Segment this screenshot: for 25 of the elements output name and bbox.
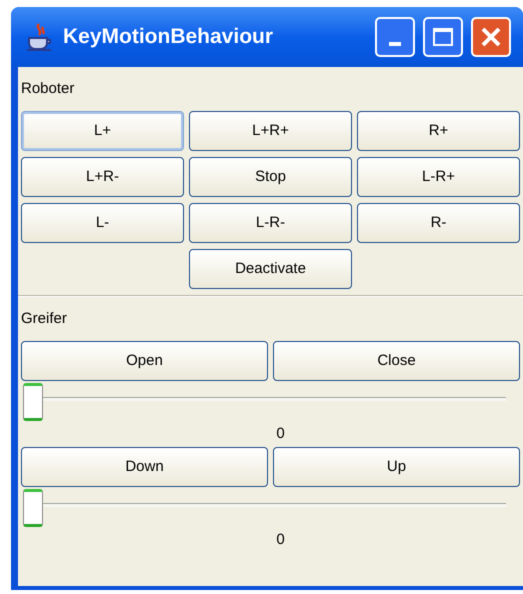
window-title: KeyMotionBehaviour <box>63 24 274 50</box>
maximize-button[interactable] <box>423 17 463 57</box>
push-button[interactable]: R+ <box>357 111 520 151</box>
push-button[interactable]: Down <box>21 447 268 487</box>
push-button[interactable]: Deactivate <box>189 249 352 289</box>
push-button[interactable]: L+R+ <box>189 111 352 151</box>
push-button[interactable]: L- <box>21 203 184 243</box>
section-label: Greifer <box>21 309 68 329</box>
section-label: Roboter <box>21 79 76 99</box>
minimize-button[interactable] <box>375 17 415 57</box>
close-icon <box>480 26 502 48</box>
slider-thumb[interactable] <box>23 383 43 421</box>
push-button[interactable]: R- <box>357 203 520 243</box>
close-button[interactable] <box>471 17 511 57</box>
push-button[interactable]: L-R+ <box>357 157 520 197</box>
slider-thumb[interactable] <box>23 489 43 527</box>
push-button[interactable]: Up <box>273 447 520 487</box>
push-button[interactable]: Stop <box>189 157 352 197</box>
slider-value: 0 <box>275 424 285 444</box>
push-button[interactable]: L+ <box>21 111 184 151</box>
slider-value: 0 <box>275 530 285 550</box>
push-button[interactable]: L+R- <box>21 157 184 197</box>
push-button[interactable]: Close <box>273 341 520 381</box>
push-button[interactable]: L-R- <box>189 203 352 243</box>
push-button[interactable]: Open <box>21 341 268 381</box>
